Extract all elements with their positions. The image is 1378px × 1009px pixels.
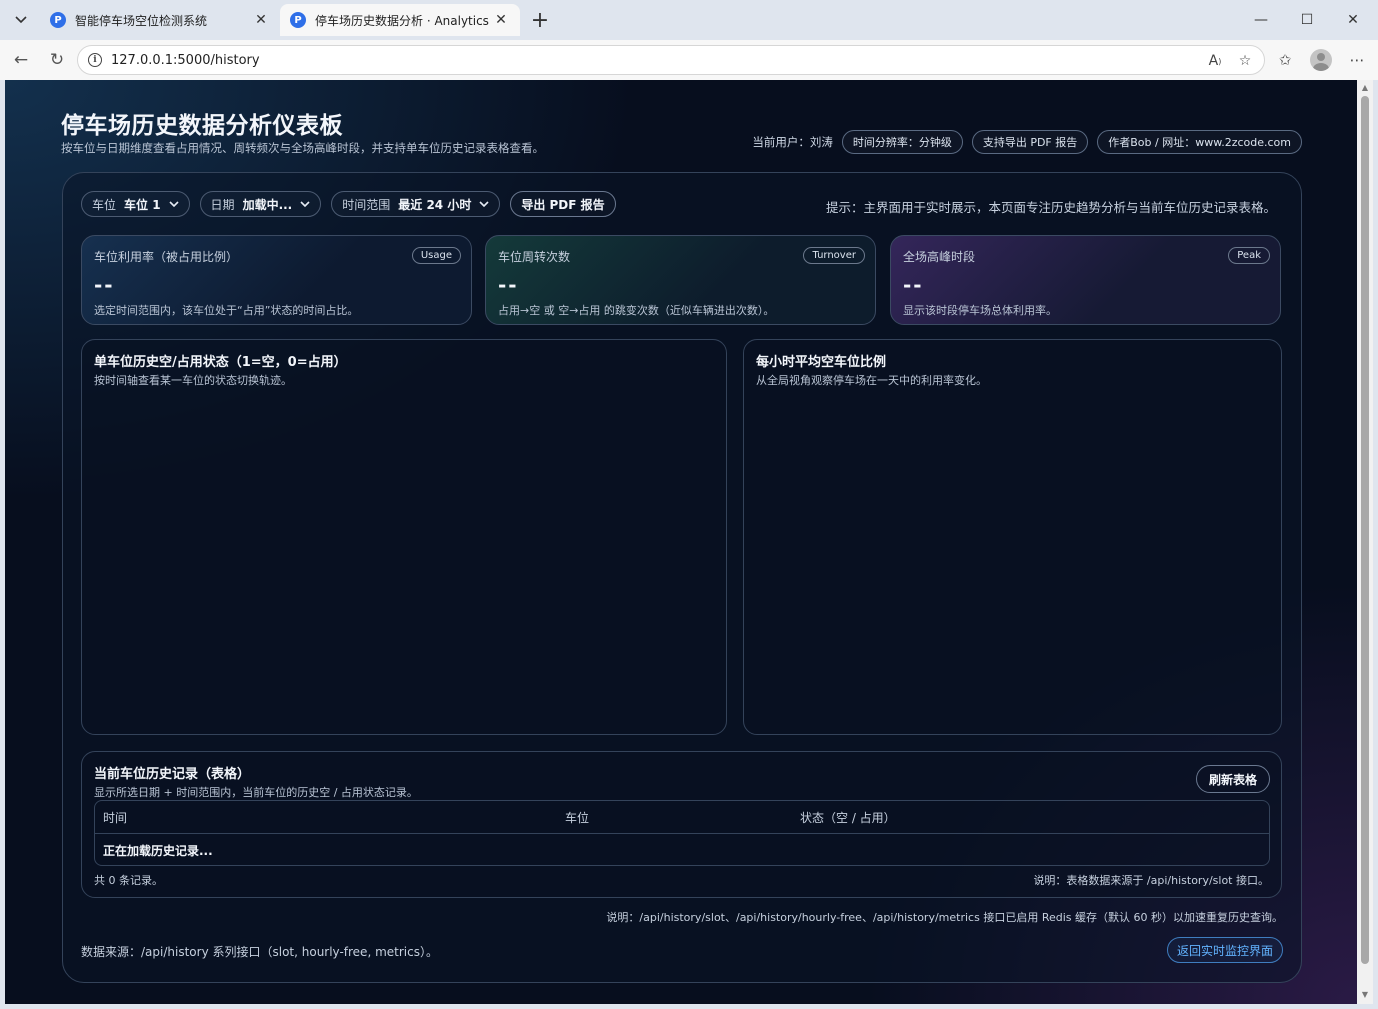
table-row: 正在加载历史记录... xyxy=(95,834,1269,865)
more-menu-icon[interactable]: ⋯ xyxy=(1344,48,1370,72)
loading-row-text: 正在加载历史记录... xyxy=(103,844,213,858)
record-count: 共 0 条记录。 xyxy=(94,874,163,887)
stat-badge: Turnover xyxy=(803,247,865,264)
slot-select-label: 车位 xyxy=(92,197,117,212)
stat-badge: Peak xyxy=(1228,247,1270,264)
site-favicon-icon: P xyxy=(290,12,306,28)
reload-icon[interactable]: ↻ xyxy=(42,46,72,74)
chart-title: 单车位历史空/占用状态（1=空，0=占用） xyxy=(94,355,347,370)
peak-stat-card: 全场高峰时段 Peak -- 显示该时段停车场总体利用率。 xyxy=(890,235,1281,325)
data-source-note: 数据来源：/api/history 系列接口（slot, hourly-free… xyxy=(81,945,438,959)
new-tab-plus-icon[interactable]: + xyxy=(527,8,553,33)
range-select-label: 时间范围 xyxy=(342,197,391,212)
export-pdf-button[interactable]: 导出 PDF 报告 xyxy=(510,191,616,217)
site-favicon-icon: P xyxy=(50,12,66,28)
tab-title: 停车场历史数据分析 · Analytics xyxy=(315,13,489,28)
close-icon[interactable]: ✕ xyxy=(492,11,510,29)
chart-title: 每小时平均空车位比例 xyxy=(756,355,887,370)
stat-label: 车位利用率（被占用比例） xyxy=(94,250,239,264)
browser-address-bar: ← ↻ i 127.0.0.1:5000/history A) ☆ ✩ ⋯ xyxy=(0,40,1378,80)
page-scrollbar[interactable]: ▲ ▼ xyxy=(1357,80,1373,1004)
chevron-down-icon xyxy=(15,16,27,24)
table-source-note: 说明：表格数据来源于 /api/history/slot 接口。 xyxy=(1033,874,1269,887)
close-icon[interactable]: ✕ xyxy=(252,11,270,29)
usage-stat-card: 车位利用率（被占用比例） Usage -- 选定时间范围内，该车位处于“占用”状… xyxy=(81,235,472,325)
chart-subtitle: 从全局视角观察停车场在一天中的利用率变化。 xyxy=(756,374,987,387)
date-select[interactable]: 日期 加载中... xyxy=(199,191,322,217)
favorite-star-icon[interactable]: ☆ xyxy=(1234,50,1256,72)
tab-title: 智能停车场空位检测系统 xyxy=(75,13,208,28)
slot-select-value: 车位 1 xyxy=(124,197,161,212)
column-header-slot: 车位 xyxy=(565,810,590,825)
slot-history-chart-card: 单车位历史空/占用状态（1=空，0=占用） 按时间轴查看某一车位的状态切换轨迹。 xyxy=(81,339,727,735)
refresh-table-button[interactable]: 刷新表格 xyxy=(1195,765,1270,793)
author-chip: 作者Bob / 网址：www.2zcode.com xyxy=(1097,130,1302,154)
scroll-down-icon[interactable]: ▼ xyxy=(1360,990,1370,1000)
hourly-free-chart-card: 每小时平均空车位比例 从全局视角观察停车场在一天中的利用率变化。 xyxy=(743,339,1282,735)
chart-subtitle: 按时间轴查看某一车位的状态切换轨迹。 xyxy=(94,374,292,387)
maximize-icon[interactable]: ☐ xyxy=(1284,6,1330,34)
page-viewport: 停车场历史数据分析仪表板 按车位与日期维度查看占用情况、周转频次与全场高峰时段，… xyxy=(5,80,1357,1004)
range-select[interactable]: 时间范围 最近 24 小时 xyxy=(331,191,501,217)
scroll-up-icon[interactable]: ▲ xyxy=(1360,83,1370,93)
tab-list-button[interactable] xyxy=(6,6,36,34)
date-select-value: 加载中... xyxy=(242,197,293,212)
turnover-stat-card: 车位周转次数 Turnover -- 占用→空 或 空→占用 的跳变次数（近似车… xyxy=(485,235,876,325)
info-icon[interactable]: i xyxy=(88,53,102,67)
minimize-icon[interactable]: — xyxy=(1238,6,1284,34)
chevron-down-icon xyxy=(168,200,179,207)
stat-label: 全场高峰时段 xyxy=(903,250,976,264)
favorites-list-icon[interactable]: ✩ xyxy=(1272,48,1298,72)
stat-badge: Usage xyxy=(411,247,461,264)
history-table-card: 当前车位历史记录（表格） 显示所选日期 + 时间范围内，当前车位的历史空 / 占… xyxy=(81,751,1282,898)
window-close-icon[interactable]: ✕ xyxy=(1330,6,1376,34)
hint-text: 提示：主界面用于实时展示，本页面专注历史趋势分析与当前车位历史记录表格。 xyxy=(825,200,1276,215)
resolution-chip: 时间分辨率：分钟级 xyxy=(841,130,963,154)
filter-row: 车位 车位 1 日期 加载中... 时间范围 最近 24 小时 导出 PDF 报… xyxy=(81,191,616,217)
avatar-icon xyxy=(1310,49,1332,71)
stat-description: 占用→空 或 空→占用 的跳变次数（近似车辆进出次数）。 xyxy=(498,304,775,317)
page-title: 停车场历史数据分析仪表板 xyxy=(61,113,343,139)
current-user: 当前用户：刘涛 xyxy=(752,135,833,149)
stat-description: 选定时间范围内，该车位处于“占用”状态的时间占比。 xyxy=(94,304,359,317)
page-subtitle: 按车位与日期维度查看占用情况、周转频次与全场高峰时段，并支持单车位历史记录表格查… xyxy=(61,141,544,155)
main-panel: 车位 车位 1 日期 加载中... 时间范围 最近 24 小时 导出 PDF 报… xyxy=(62,172,1302,983)
url-text: 127.0.0.1:5000/history xyxy=(111,52,260,68)
stat-value: -- xyxy=(903,273,924,297)
header-info: 当前用户：刘涛 时间分辨率：分钟级 支持导出 PDF 报告 作者Bob / 网址… xyxy=(752,130,1302,154)
stat-value: -- xyxy=(94,273,115,297)
scroll-thumb[interactable] xyxy=(1361,96,1369,964)
chevron-down-icon xyxy=(300,200,310,207)
slot-select[interactable]: 车位 车位 1 xyxy=(81,191,190,217)
chevron-down-icon xyxy=(479,200,489,207)
read-aloud-icon[interactable]: A) xyxy=(1204,50,1226,72)
cache-note: 说明：/api/history/slot、/api/history/hourly… xyxy=(606,911,1283,924)
column-header-status: 状态（空 / 占用） xyxy=(800,810,896,825)
browser-tab-analytics[interactable]: P 停车场历史数据分析 · Analytics ✕ xyxy=(280,4,520,36)
back-arrow-icon[interactable]: ← xyxy=(6,46,36,74)
history-table: 时间 车位 状态（空 / 占用） 正在加载历史记录... xyxy=(94,800,1270,866)
date-select-label: 日期 xyxy=(210,197,235,212)
browser-tab-monitor[interactable]: P 智能停车场空位检测系统 ✕ xyxy=(40,4,280,36)
stat-value: -- xyxy=(498,273,519,297)
profile-avatar[interactable] xyxy=(1308,48,1334,72)
url-field[interactable]: i 127.0.0.1:5000/history A) ☆ xyxy=(77,45,1265,75)
stat-description: 显示该时段停车场总体利用率。 xyxy=(903,304,1057,317)
table-header-row: 时间 车位 状态（空 / 占用） xyxy=(95,801,1269,834)
back-to-monitor-button[interactable]: 返回实时监控界面 xyxy=(1166,937,1283,963)
pdf-support-chip: 支持导出 PDF 报告 xyxy=(971,130,1089,154)
range-select-value: 最近 24 小时 xyxy=(398,197,472,212)
table-subtitle: 显示所选日期 + 时间范围内，当前车位的历史空 / 占用状态记录。 xyxy=(94,786,418,799)
table-title: 当前车位历史记录（表格） xyxy=(94,767,251,782)
column-header-time: 时间 xyxy=(103,810,128,825)
browser-tab-bar: P 智能停车场空位检测系统 ✕ P 停车场历史数据分析 · Analytics … xyxy=(0,0,1378,40)
